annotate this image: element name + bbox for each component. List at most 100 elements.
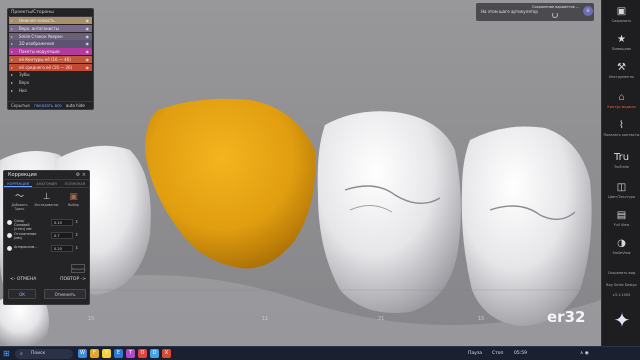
tab-correction[interactable]: КОРРЕКЦИЯ [4,180,33,187]
undo-redo-row: <- ОТМЕНА ПОВТОР -> [10,277,86,282]
tab-full[interactable]: ПОЛНОКАЯ [61,180,89,187]
radio-strength[interactable] [7,220,12,225]
param-label: Сила/Силовой (степ) мм [14,219,32,231]
spinner-icon[interactable]: ⇕ [75,219,78,224]
panel-settings-icon[interactable]: ⚙ × [76,171,86,180]
toolbar-item[interactable]: ⌂ Контур модели [602,92,640,109]
layer-row[interactable]: ▸ Верх. антагонисты ◉ [9,24,92,32]
expand-icon[interactable]: ▸ [11,33,13,40]
layer-group-row[interactable]: ▸ Зубы [9,71,92,78]
visibility-icon[interactable]: ◉ [86,40,90,47]
taskbar-app-icon[interactable]: X [162,349,171,358]
radio-approx[interactable] [7,246,12,251]
toolbar-label: Показать контакты [603,133,640,137]
toolbar-item[interactable]: ◑ SmileView [602,238,640,255]
toolbar-item[interactable]: Tru TruSmile [602,152,640,169]
toolbar-icon: ◑ [617,238,626,249]
toolbar-icon: ⌂ [618,92,625,103]
deviation-input[interactable]: 0.7 [51,232,73,239]
visibility-icon[interactable]: ◉ [86,48,90,55]
expand-icon[interactable]: ▸ [11,87,13,94]
taskbar-app-icon[interactable]: W [78,349,87,358]
layer-group-row[interactable]: ▸ Верх [9,79,92,86]
tool-select[interactable]: ▣ Выбор [62,191,86,213]
layer-label: Верх. антагонисты [19,25,59,31]
layer-label: 2D изображения [19,41,55,47]
toolbar-item[interactable]: ◫ Цвет/Текстура [602,182,640,199]
loading-spinner-icon [552,12,558,18]
approx-input[interactable]: 0.20 [51,245,73,252]
param-row-approx: Аппроксим... 0.20 ⇕ [7,244,86,255]
layer-row[interactable]: ▸ Пакеты модуляции ◉ [9,48,92,56]
cancel-button[interactable]: Отменить [44,289,86,299]
watermark-text: er32 [547,308,586,326]
layer-row[interactable]: ▸ её среднего её (16 — 26) ◉ [9,63,92,71]
toolbar-item[interactable]: ▤ Full View [602,210,640,227]
search-placeholder: Поиск [31,351,46,356]
tool-add-here[interactable]: 〜 Добавить Здесь [8,191,32,213]
taskbar-app-icon[interactable]: E [114,349,123,358]
layer-label: Зубы [19,72,30,78]
expand-icon[interactable]: ▸ [11,40,13,47]
layer-group-row[interactable]: ▸ Низ [9,87,92,94]
visibility-icon[interactable]: ◉ [86,56,90,63]
radio-deviation[interactable] [7,233,12,238]
layer-label: её Контуры её (16 — 46) [19,56,71,62]
visibility-icon[interactable]: ◉ [86,33,90,40]
layer-row[interactable]: ▸ Нижняя челюсть ◉ [9,17,92,25]
taskbar-app-icon[interactable]: D [150,349,159,358]
spinner-icon[interactable]: ⇕ [75,232,78,237]
toolbar-item[interactable]: ★ Помощник [602,34,640,51]
gold-crown-tooth[interactable] [145,98,316,269]
expand-icon[interactable]: ▸ [11,48,13,55]
system-tray[interactable]: ∧ ◉ [580,349,589,359]
expand-icon[interactable]: ▸ [11,17,13,24]
apply-button[interactable]: Принять [71,264,85,273]
expand-icon[interactable]: ▸ [11,71,13,78]
correction-panel: Коррекция ⚙ × КОРРЕКЦИЯ АНАТОМИЯ ПОЛНОКА… [3,170,90,305]
visibility-icon[interactable]: ◉ [86,64,90,71]
taskbar-app-icon[interactable]: T [126,349,135,358]
layer-row[interactable]: ▸ её Контуры её (16 — 46) ◉ [9,55,92,64]
taskbar-app-icon[interactable]: O [138,349,147,358]
taskbar-app-icon[interactable]: Y [102,349,111,358]
auto-hide-toggle[interactable]: auto hide [66,103,85,108]
spinner-icon[interactable]: ⇕ [75,245,78,250]
undo-button[interactable]: <- ОТМЕНА [10,277,36,282]
layer-row[interactable]: ▸ 2D изображения ◉ [9,40,92,48]
show-all-link[interactable]: показать все [34,103,61,108]
expand-icon[interactable]: ▸ [11,64,13,71]
param-label: Аппроксим... [14,245,38,249]
windows-taskbar: ⊞ ⌕ Поиск WFYETODX Пауза Стоп 05:59 ∧ ◉ [0,346,640,360]
tool-investigate[interactable]: ⊥ Исследование [35,191,59,213]
tab-anatomy[interactable]: АНАТОМИЯ [32,180,60,187]
taskbar-app-icon[interactable]: F [90,349,99,358]
toolbar-item[interactable]: Bay Smile Design [602,282,640,287]
toolbar-item[interactable]: ▣ Сохранить [602,6,640,23]
layers-panel-title: Проекты/Стороны [8,9,93,17]
expand-icon[interactable]: ▸ [11,56,13,63]
toolbar-item[interactable]: v3.1.1005 [602,292,640,297]
toolbar-item[interactable]: Сохранить вид [602,270,640,275]
avatar[interactable]: U [583,6,593,16]
taskbar-search[interactable]: ⌕ Поиск [15,349,73,359]
expand-icon[interactable]: ▸ [11,79,13,86]
windows-start-icon[interactable]: ⊞ [3,349,10,359]
layer-row[interactable]: ▸ Smile Стокон Уверен ◉ [9,32,92,40]
pause-button[interactable]: Пауза [468,349,482,359]
toolbar-label: Сохранить [611,19,632,23]
expand-icon[interactable]: ▸ [11,25,13,32]
strength-input[interactable]: 0.10 [51,219,73,226]
toolbar-item[interactable]: ⌇ Показать контакты [602,120,640,137]
stop-button[interactable]: Стоп [492,349,503,359]
toolbar-label: Full View [613,223,630,227]
param-row-deviation: Отклонение (мм) 0.7 ⇕ [7,231,86,242]
redo-button[interactable]: ПОВТОР -> [60,277,86,282]
articulator-notice: На этом шаге артикулятор Сохранение вари… [476,3,594,21]
tool-label: Добавить Здесь [11,203,28,211]
grid-label: 11 [262,316,269,322]
ok-button[interactable]: ОК [8,289,36,299]
visibility-icon[interactable]: ◉ [86,17,90,24]
visibility-icon[interactable]: ◉ [86,25,90,32]
toolbar-item[interactable]: ⚒ Инструменты [602,62,640,79]
